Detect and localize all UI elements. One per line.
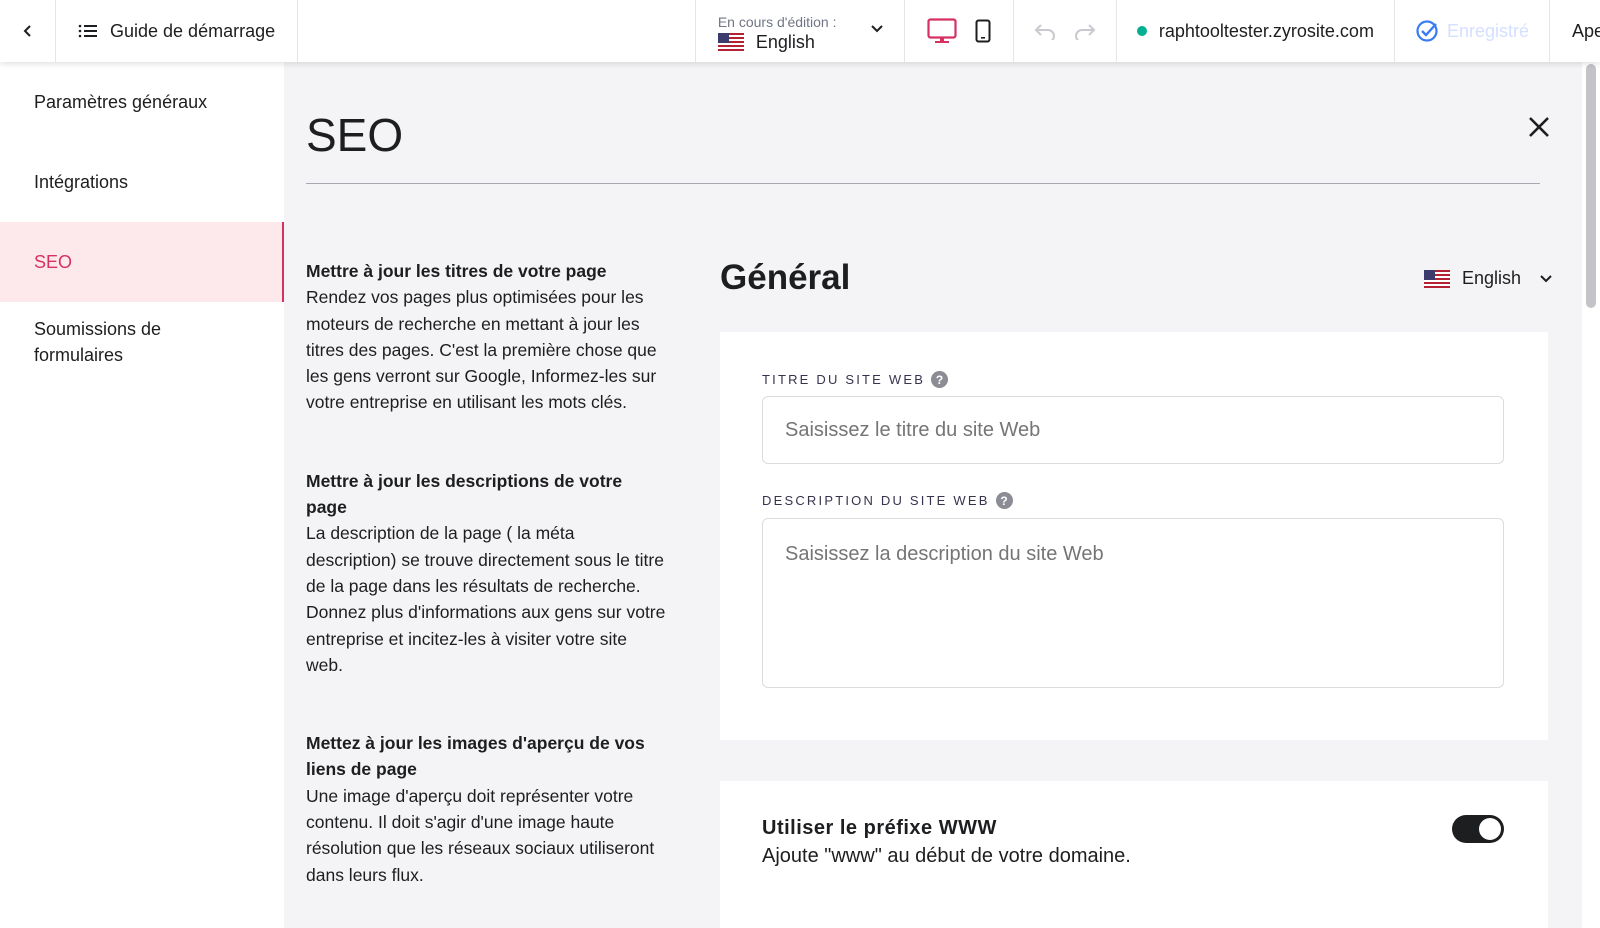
- help-icon[interactable]: ?: [995, 492, 1013, 509]
- guide-label: Guide de démarrage: [110, 20, 276, 41]
- help-text: La description de la page ( la méta desc…: [306, 523, 666, 675]
- chevron-left-icon: [23, 25, 31, 37]
- saved-status: Enregistré: [1395, 0, 1550, 62]
- scrollbar[interactable]: [1582, 62, 1600, 928]
- editing-label: En cours d'édition :: [717, 13, 837, 30]
- domain-text: raphtooltester.zyrosite.com: [1158, 20, 1374, 41]
- www-prefix-card: Utiliser le préfixe WWW Ajoute "www" au …: [720, 781, 1548, 928]
- help-block: Mettez à jour les images d'aperçu de vos…: [306, 730, 666, 888]
- sidebar-item-integrations[interactable]: Intégrations: [0, 142, 284, 222]
- sidebar-item-general-settings[interactable]: Paramètres généraux: [0, 62, 284, 142]
- online-status-dot: [1136, 26, 1147, 36]
- toggle-knob: [1479, 818, 1501, 840]
- close-icon[interactable]: [1524, 112, 1554, 142]
- site-description-label-text: DESCRIPTION DU SITE WEB: [762, 493, 990, 508]
- page-title: SEO: [306, 109, 404, 161]
- www-toggle[interactable]: [1452, 815, 1504, 843]
- site-title-label-text: TITRE DU SITE WEB: [762, 372, 926, 387]
- settings-sidebar: Paramètres généraux Intégrations SEO Sou…: [0, 62, 284, 928]
- preview-label: Ape: [1572, 20, 1600, 41]
- scrollbar-thumb[interactable]: [1586, 64, 1596, 308]
- help-column: Mettre à jour les titres de votre page R…: [306, 258, 666, 928]
- check-circle-icon: [1416, 20, 1438, 42]
- guide-button[interactable]: Guide de démarrage: [56, 0, 299, 62]
- www-description: Ajoute "www" au début de votre domaine.: [762, 845, 1131, 867]
- seo-language: English: [1462, 268, 1522, 288]
- us-flag-icon: [717, 33, 744, 51]
- site-description-label: DESCRIPTION DU SITE WEB ?: [762, 492, 1013, 509]
- saved-label: Enregistré: [1446, 20, 1529, 41]
- sidebar-item-label: Soumissions de formulaires: [34, 319, 162, 365]
- list-icon: [78, 24, 97, 38]
- title-divider: [306, 183, 1540, 184]
- history-controls: [1014, 0, 1117, 62]
- back-button[interactable]: [0, 0, 56, 62]
- site-title-label: TITRE DU SITE WEB ?: [762, 371, 949, 388]
- device-switcher: [905, 0, 1014, 62]
- sidebar-item-label: SEO: [34, 252, 73, 272]
- site-domain[interactable]: raphtooltester.zyrosite.com: [1117, 0, 1395, 62]
- sidebar-item-label: Paramètres généraux: [34, 92, 208, 112]
- editing-language: English: [755, 31, 815, 52]
- help-title: Mettre à jour les descriptions de votre …: [306, 470, 623, 518]
- help-block: Mettre à jour les descriptions de votre …: [306, 468, 666, 678]
- site-title-input[interactable]: [762, 396, 1504, 464]
- chevron-down-icon: [1540, 274, 1552, 282]
- chevron-down-icon: [871, 25, 883, 33]
- desktop-icon[interactable]: [927, 18, 957, 44]
- mobile-icon[interactable]: [975, 19, 991, 43]
- top-bar: Guide de démarrage En cours d'édition : …: [0, 0, 1600, 62]
- sidebar-item-seo[interactable]: SEO: [0, 222, 284, 302]
- us-flag-icon: [1424, 269, 1450, 288]
- general-settings-card: TITRE DU SITE WEB ? DESCRIPTION DU SITE …: [720, 332, 1548, 740]
- help-icon[interactable]: ?: [931, 371, 949, 388]
- sidebar-item-form-submissions[interactable]: Soumissions de formulaires: [0, 302, 284, 382]
- sidebar-item-label: Intégrations: [34, 172, 129, 192]
- site-description-input[interactable]: [762, 518, 1504, 688]
- section-title: Général: [720, 258, 851, 297]
- editing-language-select[interactable]: En cours d'édition : English: [694, 0, 905, 62]
- www-title: Utiliser le préfixe WWW: [762, 817, 997, 839]
- undo-icon[interactable]: [1034, 22, 1056, 40]
- help-title: Mettez à jour les images d'aperçu de vos…: [306, 733, 645, 780]
- redo-icon[interactable]: [1074, 22, 1096, 40]
- seo-panel: SEO Mettre à jour les titres de votre pa…: [284, 62, 1582, 928]
- help-text: Une image d'aperçu doit représenter votr…: [306, 785, 655, 885]
- seo-language-select[interactable]: English: [1424, 268, 1553, 289]
- help-block: Mettre à jour les titres de votre page R…: [306, 258, 666, 416]
- preview-button[interactable]: Ape: [1550, 0, 1600, 62]
- help-text: Rendez vos pages plus optimisées pour le…: [306, 287, 657, 413]
- help-title: Mettre à jour les titres de votre page: [306, 261, 607, 281]
